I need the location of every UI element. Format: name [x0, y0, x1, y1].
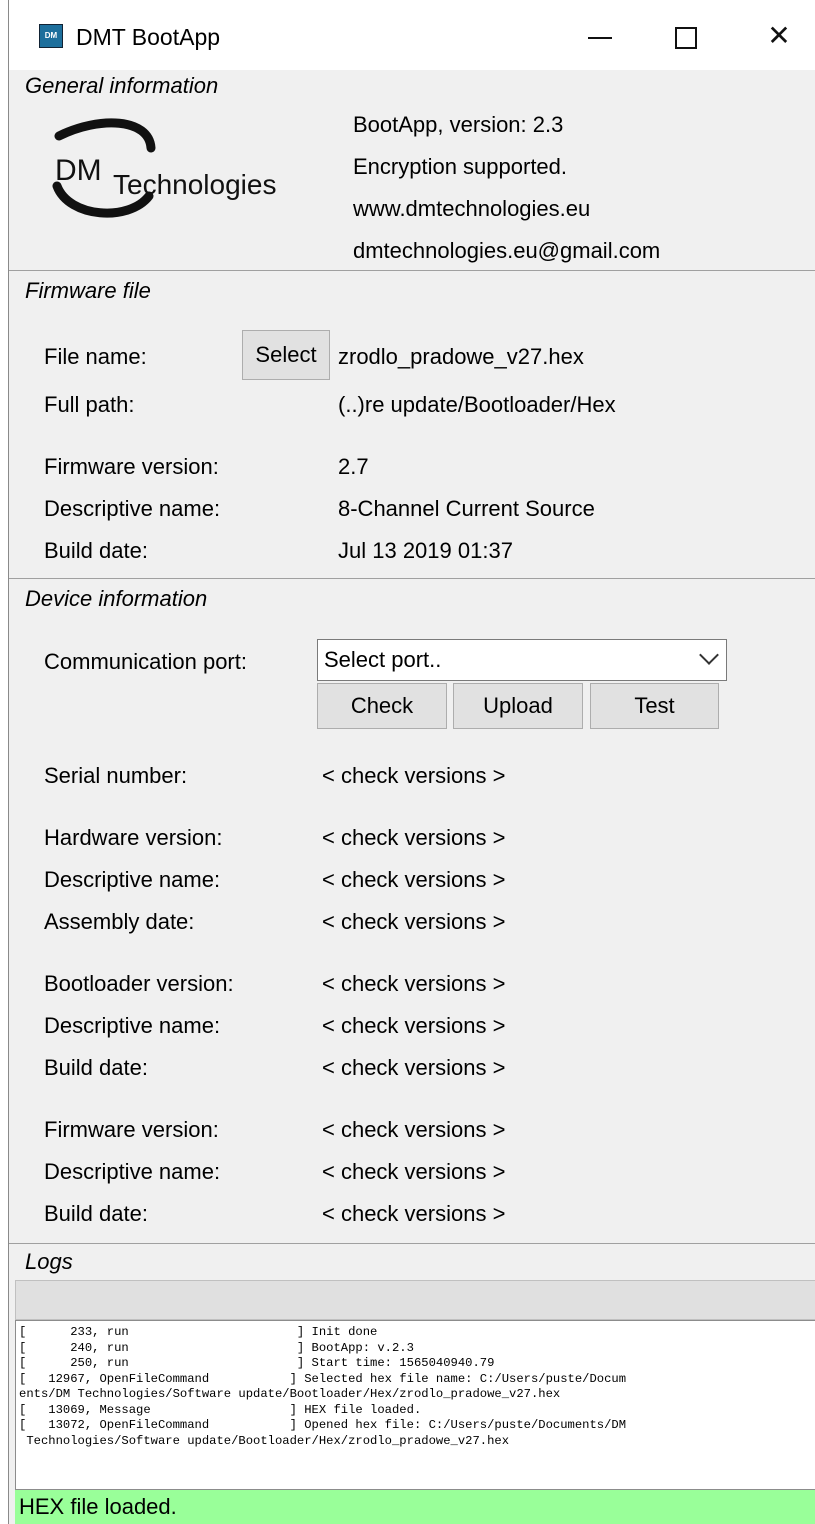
firmware-version-value: 2.7 [338, 454, 369, 479]
firmware-version-label: Firmware version: [44, 454, 219, 479]
assembly-date-value: < check versions > [322, 909, 506, 934]
logs-text-area[interactable]: [ 233, run ] Init done [ 240, run ] Boot… [15, 1320, 815, 1490]
upload-button[interactable]: Upload [453, 683, 583, 729]
logs-text: [ 233, run ] Init done [ 240, run ] Boot… [19, 1325, 627, 1448]
device-firmware-version-label: Firmware version: [44, 1117, 219, 1142]
full-path-label: Full path: [44, 392, 135, 417]
encryption-text: Encryption supported. [353, 154, 568, 179]
serial-number-label: Serial number: [44, 763, 188, 788]
bootloader-descriptive-name-label: Descriptive name: [44, 1013, 221, 1038]
general-section-title: General information [25, 73, 225, 99]
svg-text:Technologies: Technologies [113, 169, 276, 200]
hardware-version-label: Hardware version: [44, 825, 223, 850]
serial-number-value: < check versions > [322, 763, 506, 788]
select-file-button[interactable]: Select [242, 330, 330, 380]
email-text: dmtechnologies.eu@gmail.com [353, 238, 661, 263]
minimize-button[interactable] [557, 10, 643, 62]
separator-device [9, 578, 815, 579]
descriptive-name-value: 8-Channel Current Source [338, 496, 595, 521]
dmt-app-icon: DM [39, 24, 63, 48]
bootloader-build-date-label: Build date: [44, 1055, 148, 1080]
assembly-date-label: Assembly date: [44, 909, 195, 934]
chevron-down-icon [699, 645, 719, 665]
close-icon: ✕ [767, 20, 791, 51]
bootloader-version-value: < check versions > [322, 971, 506, 996]
descriptive-name-label: Descriptive name: [44, 496, 221, 521]
bootloader-version-label: Bootloader version: [44, 971, 234, 996]
file-name-value: zrodlo_pradowe_v27.hex [338, 344, 584, 369]
minimize-icon [588, 36, 612, 39]
hardware-descriptive-name-label: Descriptive name: [44, 867, 221, 892]
build-date-value: Jul 13 2019 01:37 [338, 538, 513, 563]
hardware-descriptive-name-value: < check versions > [322, 867, 506, 892]
device-section-title: Device information [25, 586, 214, 612]
maximize-icon [675, 26, 697, 49]
device-firmware-descriptive-name-label: Descriptive name: [44, 1159, 221, 1184]
communication-port-select[interactable]: Select port.. [317, 639, 727, 681]
bootapp-window: DM DMT BootApp ✕ General information DM … [8, 0, 815, 1524]
bootloader-descriptive-name-value: < check versions > [322, 1013, 506, 1038]
bootloader-build-date-value: < check versions > [322, 1055, 506, 1080]
separator-logs [9, 1243, 815, 1244]
device-firmware-version-value: < check versions > [322, 1117, 506, 1142]
window-title: DMT BootApp [76, 24, 221, 50]
dm-technologies-logo: DM Technologies [52, 118, 276, 218]
firmware-section-title: Firmware file [25, 278, 157, 304]
website-text: www.dmtechnologies.eu [353, 196, 591, 221]
maximize-button[interactable] [643, 10, 729, 62]
device-firmware-build-date-label: Build date: [44, 1201, 148, 1226]
build-date-label: Build date: [44, 538, 148, 563]
logs-section-title: Logs [25, 1249, 79, 1275]
bootapp-version-text: BootApp, version: 2.3 [353, 112, 564, 137]
close-button[interactable]: ✕ [736, 10, 815, 62]
separator-firmware [9, 270, 815, 271]
hardware-version-value: < check versions > [322, 825, 506, 850]
svg-text:DM: DM [55, 154, 102, 187]
communication-port-value: Select port.. [324, 647, 442, 672]
device-firmware-descriptive-name-value: < check versions > [322, 1159, 506, 1184]
device-firmware-build-date-value: < check versions > [322, 1201, 506, 1226]
check-button[interactable]: Check [317, 683, 447, 729]
file-name-label: File name: [44, 344, 147, 369]
communication-port-label: Communication port: [44, 649, 247, 674]
logs-toolbar[interactable] [15, 1280, 815, 1320]
full-path-value: (..)re update/Bootloader/Hex [338, 392, 616, 417]
status-bar: HEX file loaded. [15, 1490, 815, 1524]
test-button[interactable]: Test [590, 683, 719, 729]
title-bar[interactable]: DM DMT BootApp ✕ [9, 0, 815, 70]
